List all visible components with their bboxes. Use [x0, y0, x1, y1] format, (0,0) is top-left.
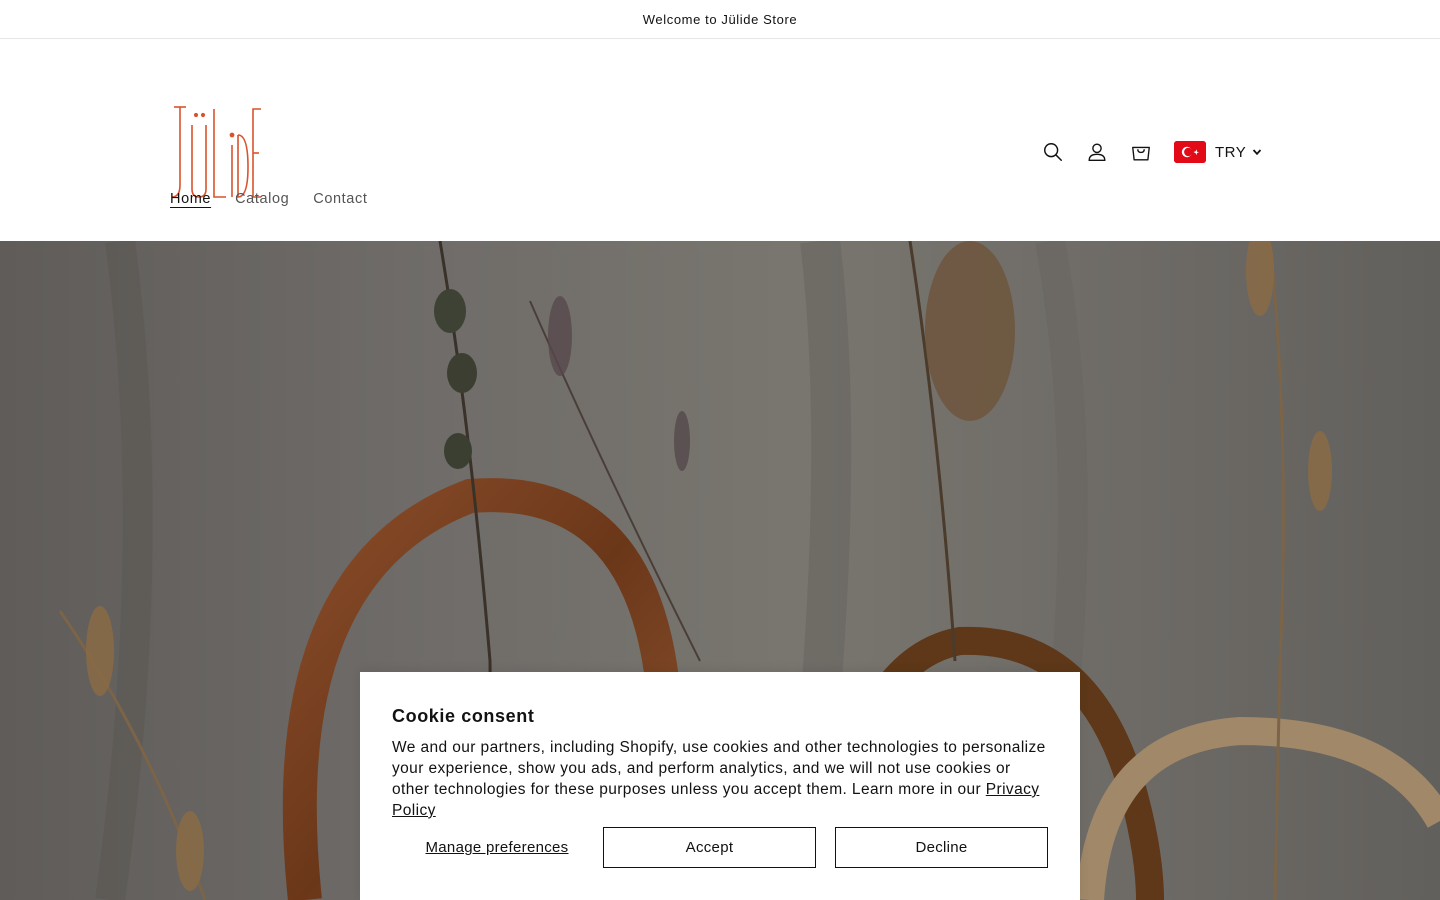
turkey-flag-icon — [1174, 141, 1206, 163]
announcement-bar: Welcome to Jülide Store — [0, 0, 1440, 39]
announcement-text: Welcome to Jülide Store — [642, 11, 798, 27]
cookie-description: We and our partners, including Shopify, … — [392, 737, 1052, 821]
search-button[interactable] — [1033, 131, 1073, 173]
account-button[interactable] — [1077, 131, 1117, 173]
cart-button[interactable] — [1121, 131, 1161, 173]
search-icon — [1044, 143, 1062, 161]
nav-item-catalog[interactable]: Catalog — [223, 187, 301, 211]
chevron-down-icon — [1253, 149, 1262, 156]
cookie-consent-dialog: Cookie consent We and our partners, incl… — [360, 672, 1080, 900]
cookie-text: We and our partners, including Shopify, … — [392, 739, 1046, 798]
nav-item-home[interactable]: Home — [158, 187, 223, 211]
cookie-actions: Manage preferences Accept Decline — [392, 827, 1048, 868]
cookie-title: Cookie consent — [392, 706, 535, 726]
decline-button[interactable]: Decline — [835, 827, 1048, 868]
cart-icon — [1132, 146, 1150, 161]
account-icon — [1088, 143, 1106, 161]
currency-code: TRY — [1215, 143, 1247, 161]
site-header: TRY Home Catalog Contact — [0, 39, 1440, 241]
main-nav: Home Catalog Contact — [158, 187, 379, 211]
accept-button[interactable]: Accept — [603, 827, 816, 868]
manage-preferences-button[interactable]: Manage preferences — [392, 827, 602, 868]
currency-selector[interactable]: TRY — [1174, 139, 1262, 165]
nav-item-contact[interactable]: Contact — [301, 187, 379, 211]
